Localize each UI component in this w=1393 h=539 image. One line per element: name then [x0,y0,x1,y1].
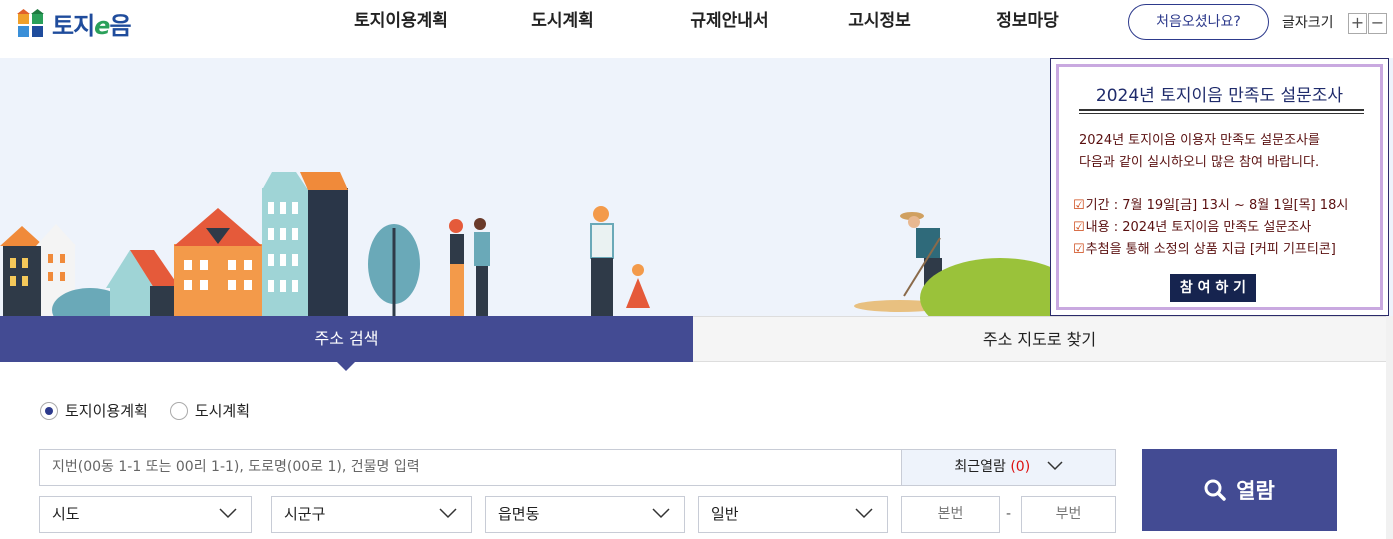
chevron-down-icon [219,508,237,519]
survey-item-prize: ☑추첨을 통해 소정의 상품 지급 [커피 기프티콘] [1073,242,1336,257]
header: 토지e음 토지이용계획 도시계획 규제안내서 고시정보 정보마당 처음오셨나요?… [0,0,1393,46]
font-size-label: 글자크기 [1282,15,1334,31]
chevron-down-icon [652,508,670,519]
survey-popup-frame: 2024년 토지이음 만족도 설문조사 2024년 토지이음 이용자 만족도 설… [1056,64,1383,310]
search-icon [1204,479,1226,501]
survey-item-content: ☑내용 : 2024년 토지이음 만족도 설문조사 [1073,220,1312,235]
survey-title: 2024년 토지이음 만족도 설문조사 [1095,86,1344,106]
number-separator: - [1006,506,1012,522]
logo-text: 토지e음 [52,12,132,40]
logo[interactable]: 토지e음 [16,6,132,41]
font-increase-button[interactable]: + [1348,13,1367,34]
chevron-down-icon [439,508,457,519]
radio-unchecked-icon [169,401,188,420]
address-search-input[interactable]: 지번(00동 1-1 또는 00리 1-1), 도로명(00로 1), 건물명 … [39,449,902,486]
nav-regulation-guide[interactable]: 규제안내서 [683,0,776,42]
nav-notice-info[interactable]: 고시정보 [842,0,917,42]
recent-view-dropdown[interactable]: 최근열람 (0) [901,449,1116,486]
recent-view-count: (0) [1010,459,1031,475]
select-eupmyeondong[interactable]: 읍면동 [485,496,685,533]
font-decrease-button[interactable]: − [1368,13,1387,34]
nav-land-use-plan[interactable]: 토지이용계획 [345,0,457,42]
survey-item-period: ☑기간 : 7월 19일[금] 13시 ~ 8월 1일[목] 18시 [1073,198,1349,213]
checkbox-icon: ☑ [1073,198,1085,213]
view-button-label: 열람 [1236,479,1275,503]
search-tabs: 주소 검색 주소 지도로 찾기 [0,316,1386,371]
survey-intro-line2: 다음과 같이 실시하오니 많은 참여 바랍니다. [1079,155,1320,170]
nav-urban-plan[interactable]: 도시계획 [525,0,600,42]
first-visit-button[interactable]: 처음오셨나요? [1128,4,1269,40]
select-sido[interactable]: 시도 [39,496,252,533]
recent-view-label: 최근열람 [954,459,1006,475]
select-sigungu[interactable]: 시군구 [271,496,472,533]
page-scrollbar[interactable] [1386,316,1393,539]
search-type-radio-group: 토지이용계획 도시계획 [40,400,250,421]
view-button[interactable]: 열람 [1142,449,1337,531]
radio-label: 도시계획 [194,402,251,420]
chevron-down-icon [1047,461,1063,471]
main-number-input[interactable]: 본번 [901,496,1000,533]
radio-label: 토지이용계획 [65,402,148,420]
nav-info-square[interactable]: 정보마당 [990,0,1065,42]
title-divider-thin [1079,113,1364,114]
radio-land-use-plan[interactable]: 토지이용계획 [40,400,148,421]
title-divider [1079,109,1364,111]
radio-checked-icon [40,401,58,420]
survey-intro-line1: 2024년 토지이음 이용자 만족도 설문조사를 [1079,133,1320,148]
tab-map-search[interactable]: 주소 지도로 찾기 [693,316,1386,362]
radio-urban-plan[interactable]: 도시계획 [169,400,251,421]
tab-address-search[interactable]: 주소 검색 [0,316,693,371]
checkbox-icon: ☑ [1073,242,1085,257]
chevron-down-icon [855,508,873,519]
survey-participate-button[interactable]: 참 여 하 기 [1170,274,1256,302]
select-land-type[interactable]: 일반 [698,496,888,533]
checkbox-icon: ☑ [1073,220,1085,235]
sub-number-input[interactable]: 부번 [1021,496,1116,533]
logo-house-icon [16,8,46,39]
survey-popup: 2024년 토지이음 만족도 설문조사 2024년 토지이음 이용자 만족도 설… [1050,58,1389,316]
